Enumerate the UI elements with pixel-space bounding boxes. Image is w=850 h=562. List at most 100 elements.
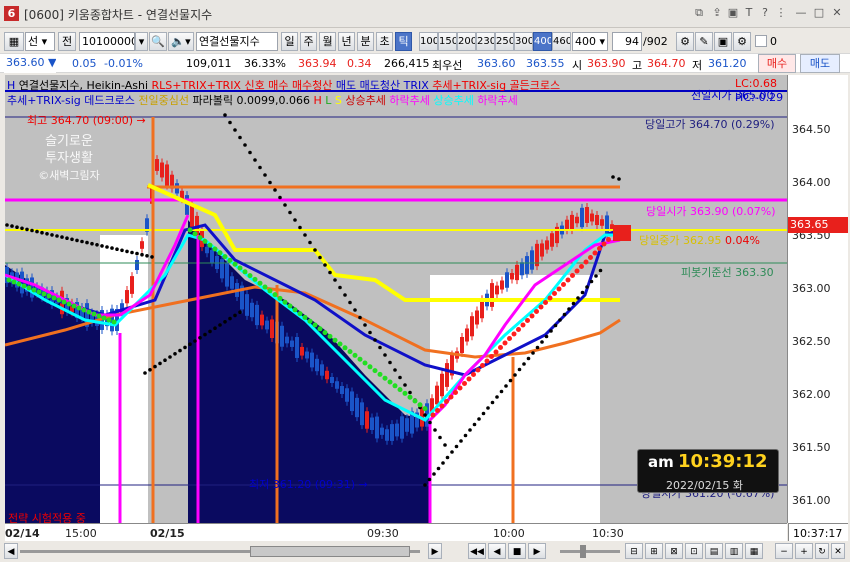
scroll-thumb[interactable] <box>250 546 410 557</box>
tick-button-200[interactable]: 200 <box>457 32 476 51</box>
sar-dot <box>228 316 232 321</box>
legend-series: 연결선물지수, Heikin-Ashi <box>18 79 148 92</box>
stop-icon[interactable]: ■ <box>508 543 526 559</box>
options-icon[interactable]: ⋮ <box>774 6 788 20</box>
sar-dot <box>549 329 553 333</box>
help-icon[interactable]: ? <box>758 6 772 20</box>
trend-dot-red <box>462 381 467 386</box>
period-button-5[interactable]: 초 <box>376 32 393 51</box>
item-name-field[interactable]: 연결선물지수 <box>196 32 278 51</box>
tick-select[interactable]: 400 ▾ <box>572 32 608 51</box>
tool-icon-2[interactable]: ⊞ <box>645 543 663 559</box>
play-back-icon[interactable]: ◀ <box>488 543 506 559</box>
item-code-input[interactable]: 10100000 <box>79 32 135 51</box>
volume: 109,011 <box>186 57 232 70</box>
legend-dead-cross: 추세+TRIX-sig 데드크로스 <box>7 94 135 107</box>
prev-button[interactable]: 전 <box>58 32 76 51</box>
sar-dot <box>438 435 442 440</box>
lock-icon[interactable]: ▣ <box>726 6 740 20</box>
gear-icon[interactable]: ⚙ <box>733 32 751 51</box>
tool-icon-5[interactable]: ▤ <box>705 543 723 559</box>
candle-body <box>325 370 329 380</box>
trend-dot-green <box>86 309 92 315</box>
tool-icon-4[interactable]: ⊡ <box>685 543 703 559</box>
trend-dot-green <box>31 287 37 293</box>
trend-dot-red <box>466 376 472 382</box>
zoom-reset-icon[interactable]: ↻ <box>815 543 829 559</box>
tick-button-150[interactable]: 150 <box>438 32 457 51</box>
play-icon[interactable]: ▶ <box>528 543 546 559</box>
low-price: 361.20 <box>708 57 747 70</box>
candle-body <box>345 388 349 402</box>
candle-body <box>290 340 294 347</box>
settings-grid-icon[interactable]: ⚙ <box>676 32 694 51</box>
period-button-4[interactable]: 분 <box>357 32 374 51</box>
trend-dot-green <box>21 283 27 289</box>
sar-dot <box>468 428 472 432</box>
tick-button-460[interactable]: 460 <box>552 32 571 51</box>
time-axis: 02/14 15:00 02/15 09:30 10:00 10:30 <box>5 523 787 541</box>
edit-icon[interactable]: ✎ <box>695 32 713 51</box>
speed-slider[interactable] <box>560 550 620 553</box>
rewind-icon[interactable]: ◀◀ <box>468 543 486 559</box>
option-checkbox[interactable] <box>755 35 767 47</box>
trend-dot-red <box>444 399 449 404</box>
current-price-marker <box>613 225 631 241</box>
high-mark-label: 최고 364.70 (09:00) → <box>27 114 146 127</box>
sar-dot <box>130 250 134 255</box>
sar-dot <box>85 240 89 245</box>
zoom-out-icon[interactable]: − <box>775 543 793 559</box>
trend-dot-green <box>101 315 107 321</box>
period-button-3[interactable]: 년 <box>338 32 355 51</box>
candle-body <box>295 337 299 358</box>
search-icon[interactable]: 🔍 <box>149 32 167 51</box>
sound-icon[interactable]: 🔈▾ <box>168 32 194 51</box>
price-chart[interactable]: H 연결선물지수, Heikin-Ashi RLS+TRIX+TRIX 신호 매… <box>5 75 787 523</box>
tick-button-230[interactable]: 230 <box>476 32 495 51</box>
tick-button-300[interactable]: 300 <box>514 32 533 51</box>
sar-dot <box>208 329 212 334</box>
tick-button-400[interactable]: 400 <box>533 32 552 51</box>
trend-dot-green <box>262 284 268 290</box>
period-button-0[interactable]: 일 <box>281 32 298 51</box>
sar-dot <box>472 422 477 427</box>
clock-widget: am 10:39:12 2022/02/15 화 <box>637 449 779 493</box>
candle-body <box>125 290 129 304</box>
share-icon[interactable]: ⇪ <box>710 6 724 20</box>
tool-icon-3[interactable]: ⊠ <box>665 543 683 559</box>
period-button-2[interactable]: 월 <box>319 32 336 51</box>
sar-dot <box>589 279 594 284</box>
tool-icon-6[interactable]: ▥ <box>725 543 743 559</box>
period-button-6[interactable]: 틱 <box>395 32 412 51</box>
pin-icon[interactable]: T <box>742 6 756 20</box>
grid-icon[interactable]: ▦ <box>4 32 24 51</box>
period-button-1[interactable]: 주 <box>300 32 317 51</box>
zoom-in-icon[interactable]: + <box>795 543 813 559</box>
close-icon[interactable]: ✕ <box>830 6 844 20</box>
page-count-input[interactable]: 94 <box>612 32 642 51</box>
save-icon[interactable]: ▣ <box>714 32 732 51</box>
candle-body <box>375 416 379 439</box>
tick-button-250[interactable]: 250 <box>495 32 514 51</box>
chart-type-select[interactable]: 선 ▾ <box>25 32 55 51</box>
legend-downtrend-2: 하락추세 <box>477 94 518 107</box>
restore-icon[interactable]: ⧉ <box>692 6 706 20</box>
panel-close-icon[interactable]: ✕ <box>831 543 845 559</box>
sell-button[interactable]: 매도 <box>800 54 840 73</box>
sar-dot <box>15 225 19 229</box>
scroll-right-icon[interactable]: ▶ <box>428 543 442 559</box>
code-dropdown-icon[interactable]: ▾ <box>135 32 148 51</box>
clock-date: 2022/02/15 화 <box>666 479 744 492</box>
speed-slider-thumb[interactable] <box>580 545 586 558</box>
legend-s: S <box>334 94 342 107</box>
trend-dot-red <box>570 273 575 278</box>
buy-button[interactable]: 매수 <box>758 54 796 73</box>
scroll-left-icon[interactable]: ◀ <box>4 543 18 559</box>
trend-dot-green <box>56 297 62 303</box>
tool-icon-7[interactable]: ▦ <box>745 543 763 559</box>
trend-dot-red <box>547 295 553 301</box>
minimize-icon[interactable]: — <box>794 6 808 20</box>
maximize-icon[interactable]: □ <box>812 6 826 20</box>
tool-icon-1[interactable]: ⊟ <box>625 543 643 559</box>
tick-button-100[interactable]: 100 <box>419 32 438 51</box>
